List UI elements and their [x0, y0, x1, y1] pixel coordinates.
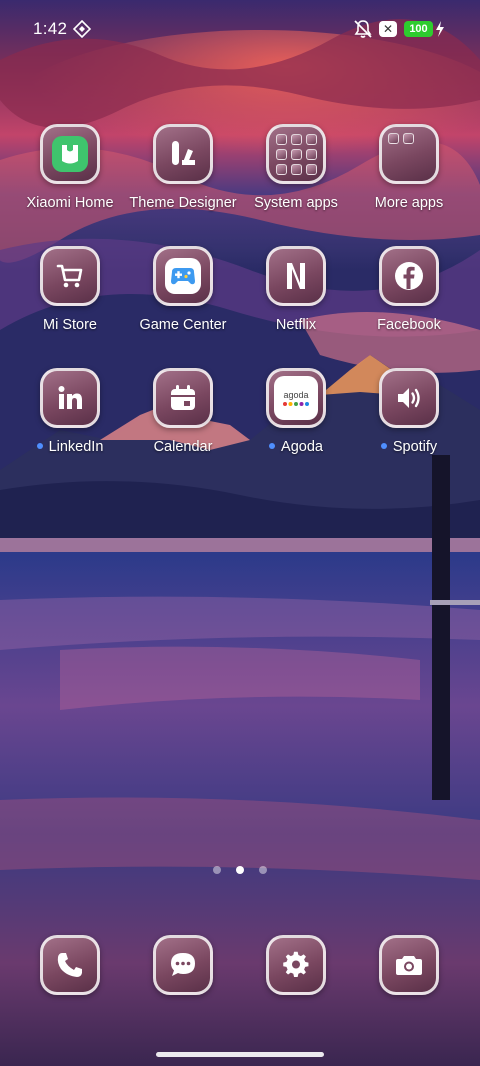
phone-icon	[40, 935, 100, 995]
speaker-icon	[379, 368, 439, 428]
app-spotify[interactable]: Spotify	[354, 368, 464, 455]
calendar-icon	[153, 368, 213, 428]
app-label: LinkedIn	[15, 439, 125, 455]
app-label: System apps	[254, 195, 338, 211]
netflix-icon	[266, 246, 326, 306]
camera-icon	[379, 935, 439, 995]
app-label: Xiaomi Home	[26, 195, 114, 211]
app-label: Theme Designer	[129, 195, 237, 211]
app-linkedin[interactable]: LinkedIn	[15, 368, 125, 455]
new-badge	[380, 443, 387, 449]
app-label: Calendar	[153, 439, 213, 455]
page-dot[interactable]	[259, 866, 267, 874]
app-xiaomi-home[interactable]: Xiaomi Home	[15, 124, 125, 211]
new-badge	[36, 443, 43, 449]
app-facebook[interactable]: Facebook	[354, 246, 464, 333]
notification-x-icon: ✕	[379, 21, 397, 37]
folder-icon	[379, 124, 439, 184]
agoda-icon: agoda	[266, 368, 326, 428]
status-bar: 1:42 ✕ 100	[0, 0, 480, 60]
status-time: 1:42	[33, 19, 68, 38]
app-label: Netflix	[275, 317, 317, 333]
battery-indicator: 100	[404, 21, 433, 37]
app-game-center[interactable]: Game Center	[128, 246, 238, 333]
app-label: Mi Store	[43, 317, 97, 333]
linkedin-icon	[40, 368, 100, 428]
app-agoda[interactable]: agoda Agoda	[241, 368, 351, 455]
page-dot[interactable]	[213, 866, 221, 874]
mute-icon	[352, 18, 374, 40]
page-dot-active[interactable]	[236, 866, 244, 874]
location-diamond-icon	[72, 19, 92, 39]
gamepad-icon	[153, 246, 213, 306]
xiaomi-home-icon	[40, 124, 100, 184]
dock-camera[interactable]	[354, 935, 464, 995]
app-netflix[interactable]: Netflix	[241, 246, 351, 333]
app-label: Facebook	[377, 317, 441, 333]
charging-icon	[435, 20, 445, 38]
cart-icon	[40, 246, 100, 306]
dock-settings[interactable]	[241, 935, 351, 995]
gear-icon	[266, 935, 326, 995]
folder-more-apps[interactable]: More apps	[354, 124, 464, 211]
app-calendar[interactable]: Calendar	[128, 368, 238, 455]
facebook-icon	[379, 246, 439, 306]
folder-system-apps[interactable]: System apps	[241, 124, 351, 211]
folder-icon	[266, 124, 326, 184]
app-label: Agoda	[241, 439, 351, 455]
page-indicator	[0, 866, 480, 876]
new-badge	[269, 443, 276, 449]
app-label: Game Center	[139, 317, 227, 333]
theme-designer-icon	[153, 124, 213, 184]
dock-messages[interactable]	[128, 935, 238, 995]
app-label: More apps	[374, 195, 444, 211]
app-theme-designer[interactable]: Theme Designer	[128, 124, 238, 211]
app-label: Spotify	[354, 439, 464, 455]
chat-icon	[153, 935, 213, 995]
home-indicator[interactable]	[156, 1052, 324, 1057]
dock-phone[interactable]	[15, 935, 125, 995]
svg-text:agoda: agoda	[283, 390, 308, 400]
app-mi-store[interactable]: Mi Store	[15, 246, 125, 333]
